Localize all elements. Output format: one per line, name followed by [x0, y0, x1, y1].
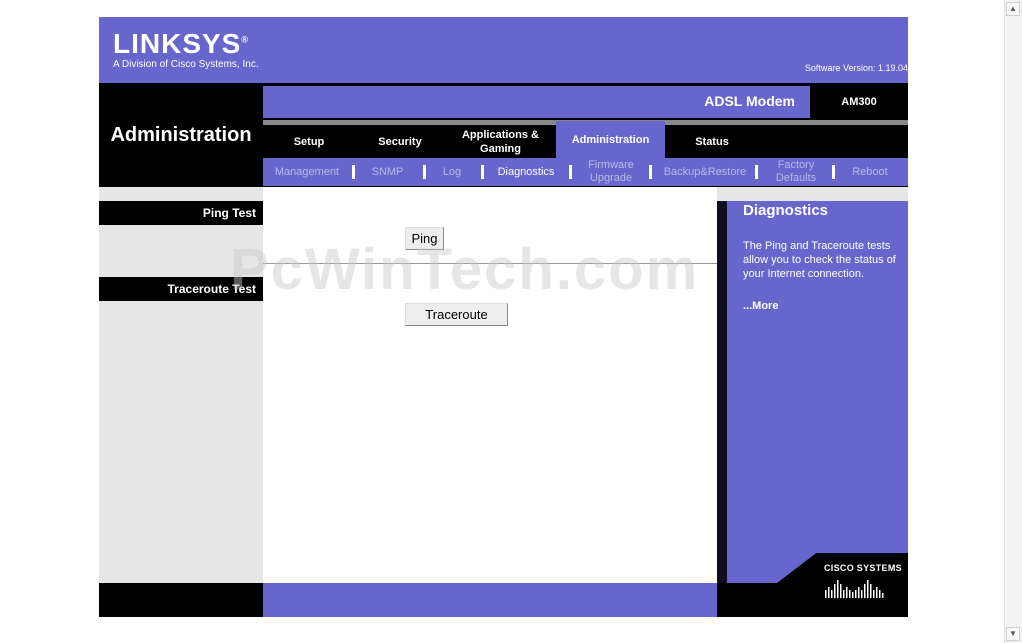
logo-tagline: A Division of Cisco Systems, Inc. [113, 59, 259, 70]
help-title: Diagnostics [743, 202, 829, 219]
tab-setup[interactable]: Setup [263, 125, 355, 158]
tab-administration[interactable]: Administration [556, 121, 665, 158]
subnav-reboot[interactable]: Reboot [842, 158, 898, 186]
tab-applications-gaming[interactable]: Applications & Gaming [445, 125, 556, 158]
vertical-scrollbar[interactable] [1004, 0, 1022, 643]
subnav-snmp[interactable]: SNMP [360, 158, 415, 186]
scroll-up-icon[interactable]: ▲ [1006, 2, 1020, 16]
tab-status[interactable]: Status [665, 125, 759, 158]
cisco-systems-logo: CISCO SYSTEMS [824, 563, 902, 573]
subnav-separator [423, 165, 426, 179]
subnav-separator [569, 165, 572, 179]
subnav-log[interactable]: Log [432, 158, 472, 186]
subnav-separator [832, 165, 835, 179]
subnav-separator [649, 165, 652, 179]
subnav-separator [755, 165, 758, 179]
footer-left [99, 583, 263, 617]
help-more-link[interactable]: ...More [743, 300, 778, 312]
scroll-down-icon[interactable]: ▼ [1006, 627, 1020, 641]
subnav-separator [481, 165, 484, 179]
page-title: Administration [110, 124, 252, 146]
subnav-diagnostics[interactable]: Diagnostics [490, 158, 562, 186]
product-model: AM300 [841, 96, 877, 108]
subnav-management[interactable]: Management [268, 158, 346, 186]
help-panel-edge [717, 201, 727, 583]
cisco-bars-icon [825, 580, 884, 598]
subnav-separator [352, 165, 355, 179]
software-version: Software Version: 1.19.04 [804, 63, 908, 73]
help-text: The Ping and Traceroute tests allow you … [743, 240, 896, 280]
linksys-logo: LINKSYS® [113, 28, 249, 59]
help-spacer [717, 187, 908, 201]
subnav-factory-defaults[interactable]: Factory Defaults [765, 158, 827, 186]
left-spacer [99, 187, 263, 201]
ping-test-heading: Ping Test [99, 201, 263, 225]
traceroute-button[interactable]: Traceroute [405, 303, 508, 326]
footer-middle [263, 583, 717, 617]
tab-security[interactable]: Security [355, 125, 445, 158]
watermark: PcWinTech.com [230, 237, 700, 302]
subnav-firmware-upgrade[interactable]: Firmware Upgrade [580, 158, 642, 186]
subnav-backup-restore[interactable]: Backup&Restore [660, 158, 750, 186]
product-name: ADSL Modem [704, 93, 795, 109]
